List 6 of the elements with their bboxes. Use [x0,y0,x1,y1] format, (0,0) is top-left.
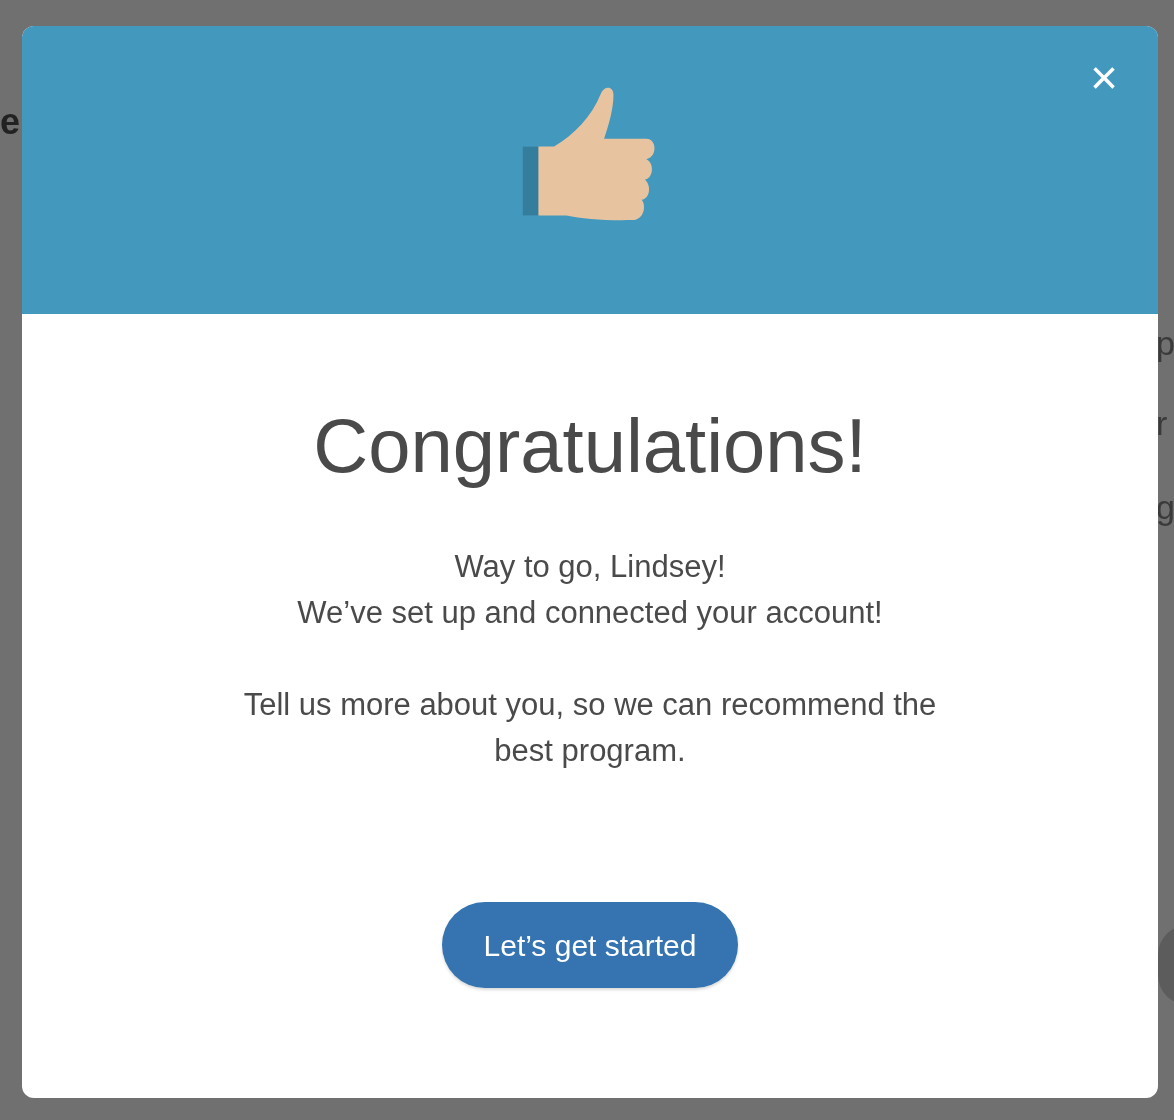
close-button[interactable]: × [1089,54,1118,102]
message-line: Way to go, Lindsey! [454,548,726,586]
prompt-text: Tell us more about you, so we can recommend the best program. [242,686,938,770]
get-started-button[interactable]: Let’s get started [442,902,738,988]
heading-fragment: e [0,104,21,140]
message-line: We’ve set up and connected your account! [297,594,883,632]
